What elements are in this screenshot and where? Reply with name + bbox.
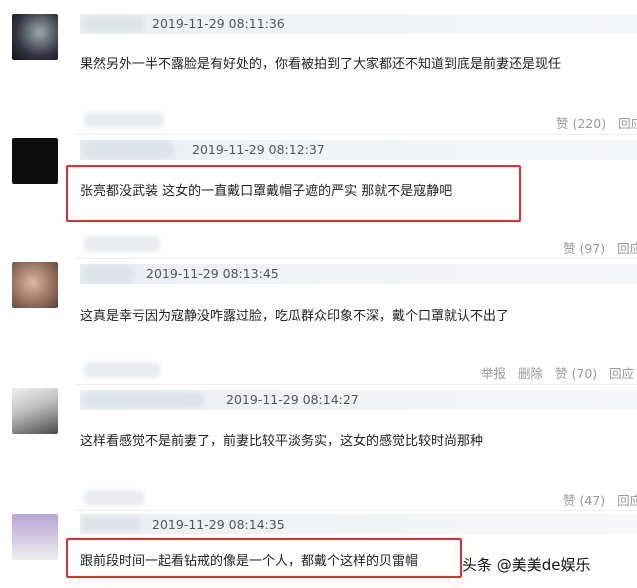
comment-actions: 赞 (47) 回应 <box>563 490 637 509</box>
comment-text: 这真是幸亏因为寇静没咋露过脸，吃瓜群众印象不深，戴个口罩就认不出了 <box>80 309 510 324</box>
reply-button[interactable]: 回应 <box>617 238 637 257</box>
comment-actions: 赞 (97) 回应 <box>563 238 637 257</box>
username-blurred <box>84 490 144 506</box>
comment-timestamp: 2019-11-29 08:12:37 <box>192 142 325 157</box>
avatar[interactable] <box>12 262 58 308</box>
comment-timestamp: 2019-11-29 08:14:27 <box>226 392 359 407</box>
like-button[interactable]: 赞 (70) <box>555 363 597 382</box>
comment-text: 张亮都没武装 这女的一直戴口罩戴帽子遮的严实 那就不是寇静吧 <box>80 184 453 199</box>
like-button[interactable]: 赞 (97) <box>563 238 605 257</box>
comment-text: 这样看感觉不是前妻了，前妻比较平淡务实，这女的感觉比较时尚那种 <box>80 434 484 449</box>
watermark-brand: 头条 @美美de娱乐 <box>462 556 591 574</box>
comment-timestamp: 2019-11-29 08:13:45 <box>146 266 279 281</box>
divider <box>75 384 637 385</box>
like-button[interactable]: 赞 (220) <box>556 113 606 132</box>
comment-actions: 赞 (220) 回应 <box>556 113 637 132</box>
avatar[interactable] <box>12 514 58 560</box>
username-blurred[interactable] <box>84 392 204 408</box>
username-blurred[interactable] <box>84 16 144 32</box>
comment-actions: 举报 删除 赞 (70) 回应 <box>481 363 634 382</box>
reply-button[interactable]: 回应 <box>617 490 637 509</box>
reply-button[interactable]: 回应 <box>618 113 637 132</box>
username-blurred[interactable] <box>84 516 140 532</box>
username-blurred[interactable] <box>84 142 174 158</box>
username-blurred <box>84 362 160 378</box>
username-blurred[interactable] <box>84 266 134 282</box>
reply-button[interactable]: 回应 <box>609 363 634 382</box>
comment-text: 跟前段时间一起看钻戒的像是一个人，都戴个这样的贝雷帽 <box>80 554 419 569</box>
username-blurred <box>84 236 160 252</box>
comment-text: 果然另外一半不露脸是有好处的，你看被拍到了大家都还不知道到底是前妻还是现任 <box>80 57 562 72</box>
avatar[interactable] <box>12 388 58 434</box>
delete-button[interactable]: 删除 <box>518 363 543 382</box>
divider <box>75 510 637 511</box>
username-blurred <box>84 112 164 128</box>
comment-timestamp: 2019-11-29 08:14:35 <box>152 517 285 532</box>
divider <box>75 258 637 259</box>
report-button[interactable]: 举报 <box>481 363 506 382</box>
avatar[interactable] <box>12 14 58 60</box>
comment-timestamp: 2019-11-29 08:11:36 <box>152 16 285 31</box>
like-button[interactable]: 赞 (47) <box>563 490 605 509</box>
divider <box>75 134 637 135</box>
avatar[interactable] <box>12 138 58 184</box>
